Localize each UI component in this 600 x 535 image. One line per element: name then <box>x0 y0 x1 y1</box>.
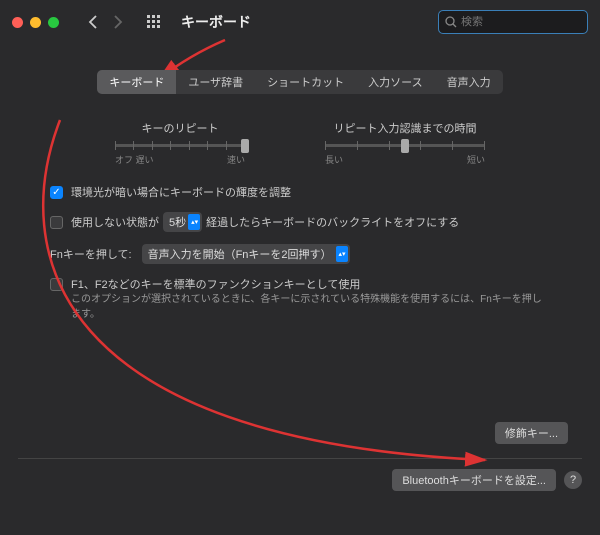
help-button[interactable]: ? <box>564 471 582 489</box>
backlight-post: 経過したらキーボードのバックライトをオフにする <box>206 214 459 230</box>
backlight-pre: 使用しない状態が <box>71 214 159 230</box>
fn-keys-checkbox[interactable] <box>50 278 63 291</box>
search-input[interactable] <box>461 16 581 28</box>
modifier-keys-button[interactable]: 修飾キー... <box>495 422 568 444</box>
fn-press-select[interactable]: 音声入力を開始（Fnキーを2回押す） ▴▾ <box>142 244 350 264</box>
fn-press-label: Fnキーを押して: <box>50 246 132 262</box>
fn-keys-help: このオプションが選択されているときに、各キーに示されている特殊機能を使用するには… <box>71 292 550 322</box>
tab-user-dictionary[interactable]: ユーザ辞書 <box>176 70 255 94</box>
minimize-button[interactable] <box>30 17 41 28</box>
brightness-checkbox[interactable] <box>50 186 63 199</box>
delay-right: 短い <box>467 153 485 166</box>
backlight-off-checkbox[interactable] <box>50 216 63 229</box>
tab-shortcuts[interactable]: ショートカット <box>255 70 356 94</box>
tab-keyboard[interactable]: キーボード <box>97 70 176 94</box>
key-repeat-right: 速い <box>227 153 245 166</box>
backlight-timeout-select[interactable]: 5秒 ▴▾ <box>163 212 202 232</box>
tab-dictation[interactable]: 音声入力 <box>435 70 503 94</box>
window-controls <box>12 17 59 28</box>
bluetooth-keyboard-button[interactable]: Bluetoothキーボードを設定... <box>392 469 556 491</box>
forward-button[interactable] <box>107 12 129 32</box>
search-icon <box>445 16 457 28</box>
show-all-button[interactable] <box>143 11 165 33</box>
back-button[interactable] <box>81 12 103 32</box>
brightness-label: 環境光が暗い場合にキーボードの輝度を調整 <box>71 184 291 200</box>
close-button[interactable] <box>12 17 23 28</box>
key-repeat-left: オフ 遅い <box>115 153 154 166</box>
maximize-button[interactable] <box>48 17 59 28</box>
tab-bar: キーボード ユーザ辞書 ショートカット 入力ソース 音声入力 <box>97 70 502 94</box>
window-title: キーボード <box>181 12 251 32</box>
key-repeat-slider[interactable] <box>115 144 245 147</box>
delay-left: 長い <box>325 153 343 166</box>
tab-input-sources[interactable]: 入力ソース <box>356 70 434 94</box>
key-repeat-label: キーのリピート <box>142 120 219 136</box>
fn-keys-label: F1、F2などのキーを標準のファンクションキーとして使用 <box>71 276 360 292</box>
search-field[interactable] <box>438 10 588 34</box>
delay-label: リピート入力認識までの時間 <box>334 120 477 136</box>
delay-slider[interactable] <box>325 144 485 147</box>
